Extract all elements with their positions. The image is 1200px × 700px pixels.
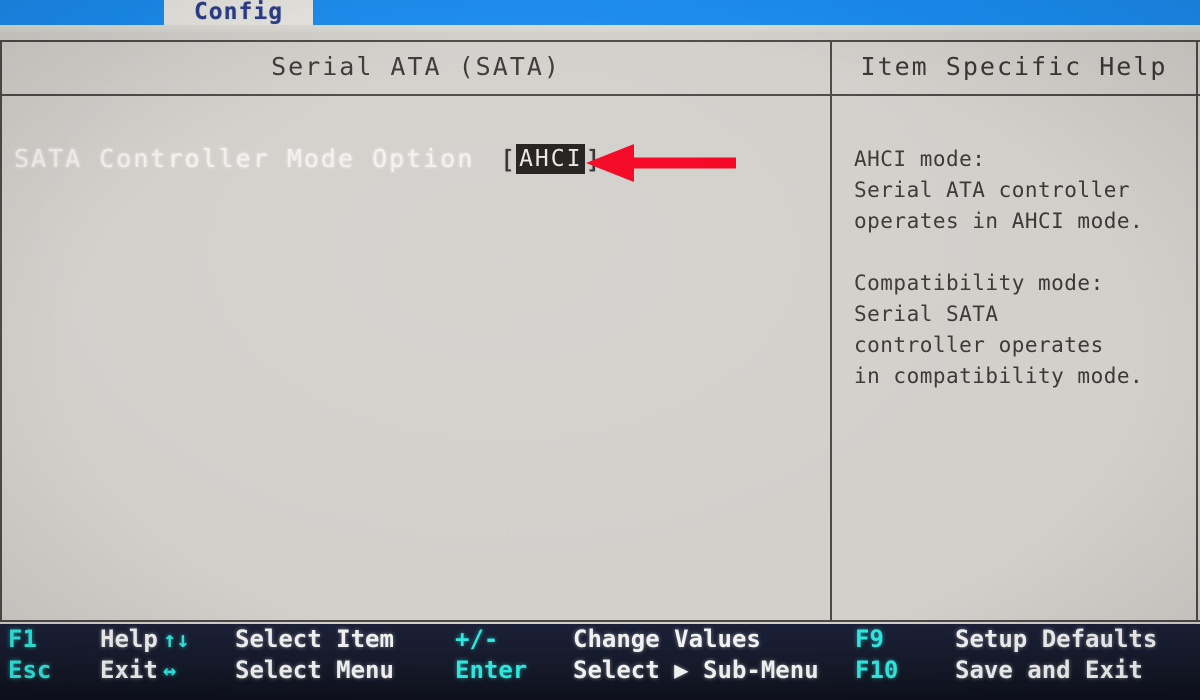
status-item-change-values[interactable]: +/- Change Values	[455, 625, 819, 656]
help-line: controller operates	[854, 333, 1104, 357]
status-item-enter-submenu[interactable]: Enter Select ▶ Sub-Menu	[455, 656, 819, 687]
setting-value-selected[interactable]: AHCI	[516, 144, 586, 174]
status-item-f9-setup-defaults[interactable]: F9 Setup Defaults	[855, 625, 1157, 656]
status-label: Save and Exit	[955, 656, 1143, 684]
status-label: Setup Defaults	[955, 625, 1158, 653]
setup-body: Serial ATA (SATA) Item Specific Help SAT…	[0, 32, 1200, 624]
status-group-keys: F1 Help Esc Exit	[8, 625, 158, 687]
help-line: Serial SATA	[854, 302, 999, 326]
setting-value-control[interactable]: [ AHCI ]	[500, 144, 602, 174]
status-key: Esc	[8, 656, 52, 684]
left-right-arrow-icon: ↔	[163, 659, 177, 684]
status-key: +/-	[455, 625, 499, 653]
status-label: Select Menu	[235, 656, 394, 684]
help-line: AHCI mode:	[854, 147, 986, 171]
frame-top-border	[0, 40, 1200, 42]
status-label: Change Values	[573, 625, 761, 653]
bios-setup-screen: Config Serial ATA (SATA) Item Specific H…	[0, 0, 1200, 700]
menu-bar: Config	[0, 0, 1200, 27]
help-panel-title: Item Specific Help	[860, 52, 1168, 81]
status-key: F9	[855, 625, 884, 653]
status-bar: F1 Help Esc Exit ↑↓ Select Item ↔ Select…	[0, 624, 1200, 700]
status-label: Exit	[100, 656, 158, 684]
status-label: Help	[100, 625, 158, 653]
status-item-select-item[interactable]: ↑↓ Select Item	[163, 625, 394, 656]
help-line: operates in AHCI mode.	[854, 209, 1144, 233]
item-specific-help-body: AHCI mode: Serial ATA controller operate…	[854, 144, 1194, 423]
status-item-f1-help[interactable]: F1 Help	[8, 625, 158, 656]
panel-divider	[830, 40, 832, 622]
tab-config-label: Config	[193, 0, 284, 25]
status-label: Select Item	[235, 625, 394, 653]
bracket-close-icon: ]	[585, 144, 602, 174]
frame-left-border	[0, 40, 2, 622]
status-group-navigation: ↑↓ Select Item ↔ Select Menu	[163, 625, 394, 687]
status-item-f10-save-and-exit[interactable]: F10 Save and Exit	[855, 656, 1157, 687]
status-group-values: +/- Change Values Enter Select ▶ Sub-Men…	[455, 625, 819, 687]
tab-config[interactable]: Config	[164, 0, 313, 27]
setting-label: SATA Controller Mode Option	[14, 144, 475, 173]
up-down-arrow-icon: ↑↓	[163, 628, 190, 653]
menu-bar-left-fill	[0, 0, 164, 25]
help-line: Serial ATA controller	[854, 178, 1131, 202]
help-paragraph: AHCI mode: Serial ATA controller operate…	[854, 144, 1194, 237]
header-separator	[0, 94, 1200, 96]
status-key: Enter	[455, 656, 528, 684]
status-item-select-menu[interactable]: ↔ Select Menu	[163, 656, 394, 687]
status-key: F10	[855, 656, 899, 684]
setting-row-sata-controller-mode[interactable]: SATA Controller Mode Option [ AHCI ]	[14, 144, 614, 178]
status-group-function-keys: F9 Setup Defaults F10 Save and Exit	[855, 625, 1157, 687]
menu-bar-right-fill	[313, 0, 1200, 27]
bracket-open-icon: [	[500, 144, 517, 174]
status-label: Select ▶ Sub-Menu	[573, 656, 819, 684]
main-panel-title: Serial ATA (SATA)	[271, 52, 561, 81]
help-line: in compatibility mode.	[854, 364, 1144, 388]
frame-right-border	[1196, 40, 1198, 622]
frame-bottom-border	[0, 620, 1200, 622]
status-item-esc-exit[interactable]: Esc Exit	[8, 656, 158, 687]
help-line: Compatibility mode:	[854, 271, 1104, 295]
status-key: F1	[8, 625, 37, 653]
help-paragraph: Compatibility mode: Serial SATA controll…	[854, 268, 1194, 392]
